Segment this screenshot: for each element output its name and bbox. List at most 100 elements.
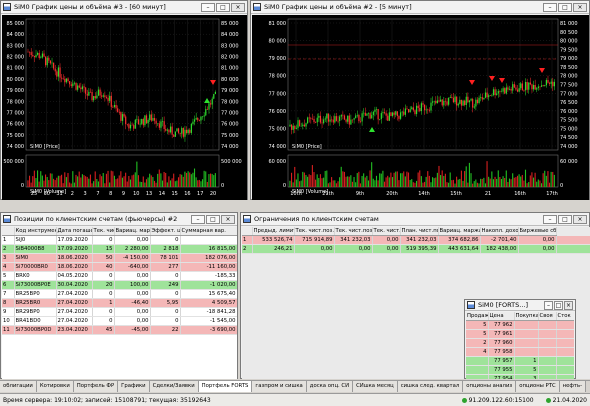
column-header[interactable]: Предыд. лимит откр. (252, 227, 295, 236)
column-header[interactable]: Тек. чист.поз. (294, 227, 335, 236)
orderbook-titlebar[interactable]: SiM0 [FORTS...] – □ × (465, 300, 575, 311)
column-header[interactable]: Вариац. маржа (114, 227, 151, 236)
y-tick-label: 76 000 (269, 109, 287, 115)
table-row[interactable]: 1 SiJ0 17.09.2020 0 0,00 0 (2, 235, 237, 245)
positions-table[interactable]: Код инструментаДата погашенияТек. чистВа… (2, 227, 237, 379)
maximize-button[interactable]: □ (554, 300, 563, 310)
volume-bar (109, 182, 111, 187)
minimize-button[interactable]: – (201, 2, 215, 12)
maximize-button[interactable]: □ (558, 2, 572, 12)
column-header[interactable]: Эффект. цена (150, 227, 181, 236)
tab-графики[interactable]: Графики (118, 381, 150, 392)
column-header[interactable]: Тек. чист (92, 227, 115, 236)
minimize-button[interactable]: – (544, 300, 553, 310)
column-header[interactable]: Накопл. доход (480, 227, 519, 236)
positions-window[interactable]: Позиции по клиентским счетам (фьючерсы) … (0, 212, 238, 379)
close-button[interactable]: × (573, 214, 587, 224)
chart1-canvas[interactable]: 85 000 84 000 83 000 82 000 81 000 80 000 79 0… (2, 15, 247, 200)
volume-bar (536, 181, 538, 187)
limits-titlebar[interactable]: Ограничения по клиентским счетам – □ × (241, 213, 589, 226)
maximize-button[interactable]: □ (216, 2, 230, 12)
orderbook-level[interactable]: 5 77 962 (466, 320, 574, 330)
column-header[interactable]: Покупка (514, 312, 539, 321)
tab-опционы-анализ[interactable]: опционы анализ (463, 381, 517, 392)
column-header[interactable]: Дата погашения (56, 227, 93, 236)
volume-bar (160, 173, 162, 187)
column-header[interactable]: Вариац. маржа (438, 227, 481, 236)
table-row[interactable]: 6 Si73000BP0E 30.04.2020 20 100,00 249 -1 020,… (2, 280, 237, 290)
tab-котировки[interactable]: Котировки (36, 381, 74, 392)
column-header[interactable]: План. чист.поз. (400, 227, 439, 236)
tab-сишка-месяц[interactable]: СИшка месяц (353, 381, 398, 392)
orderbook-level[interactable]: 77 957 1 (466, 356, 574, 366)
tab-портфель-фр[interactable]: Портфель ФР (73, 381, 119, 392)
volume-bar (335, 183, 337, 187)
column-header[interactable] (2, 227, 15, 236)
volume-bar (377, 180, 379, 187)
volume-bar (366, 175, 368, 187)
close-button[interactable]: × (231, 2, 245, 12)
table-row[interactable]: 5 BRK0 04.05.2020 0 0,00 0 -185,33 (2, 271, 237, 281)
table-row[interactable]: 8 BR25BR0 27.04.2020 1 -46,40 5,95 4 509,57 (2, 298, 237, 308)
column-header[interactable]: Код инструмента (14, 227, 57, 236)
volume-bar (529, 175, 531, 187)
positions-titlebar[interactable]: Позиции по клиентским счетам (фьючерсы) … (1, 213, 237, 226)
tab-газпром-и-сишка[interactable]: газпром и сишка (252, 381, 307, 392)
table-row[interactable]: 10 BR41BD0 27.04.2020 0 0,00 0 -1 545,00 (2, 316, 237, 326)
tab-облигации[interactable]: облигации (0, 381, 37, 392)
y-tick-label-right: 80 000 (560, 39, 578, 45)
volume-bar (128, 175, 130, 187)
table-row[interactable]: 9 BR29BP0 27.04.2020 0 0,00 0 -18 841,28 (2, 307, 237, 317)
tab-доска-опц.-си[interactable]: доска опц. СИ (306, 381, 354, 392)
table-row[interactable]: 7 BR25BP0 27.04.2020 0 0,00 0 15 675,40 (2, 289, 237, 299)
column-header[interactable]: Продажа (466, 312, 489, 321)
maximize-button[interactable]: □ (558, 214, 572, 224)
close-button[interactable]: × (573, 2, 587, 12)
orderbook-level[interactable]: 77 954 3 (466, 374, 574, 379)
orderbook-level[interactable]: 2 77 960 (466, 338, 574, 348)
column-header[interactable]: Биржевые сборы (518, 227, 557, 236)
tab-сделки/заявки[interactable]: Сделки/Заявки (149, 381, 199, 392)
minimize-button[interactable]: – (191, 214, 205, 224)
orderbook-table[interactable]: ПродажаЦенаПокупкаСвояСток 577 962577 96… (466, 312, 574, 379)
candle-body (152, 117, 154, 121)
table-row[interactable]: 2 246,21 0,00 0,00 0,00 519 395,39 443 631,64 1… (242, 244, 590, 254)
chart2-titlebar[interactable]: SiM0 График цены и объёма #2 - [5 минут]… (251, 1, 589, 14)
orderbook-level[interactable]: 4 77 958 (466, 347, 574, 357)
tab-опционы-ртс[interactable]: опционы РТС (516, 381, 560, 392)
table-row[interactable]: 1 533 526,74 715 914,89 341 232,03 0,00 341 2… (242, 235, 590, 245)
orderbook-level[interactable]: 5 77 961 (466, 329, 574, 339)
chart-window-60min[interactable]: SiM0 График цены и объёма #3 - [60 минут… (0, 0, 248, 200)
column-header[interactable]: Тек. чист.поз. (к прод.) (372, 227, 401, 236)
close-button[interactable]: × (221, 214, 235, 224)
chart1-titlebar[interactable]: SiM0 График цены и объёма #3 - [60 минут… (1, 1, 247, 14)
table-row[interactable]: 4 Si70000BR0 18.06.2020 40 -640,00 277 -11 160… (2, 262, 237, 272)
maximize-button[interactable]: □ (206, 214, 220, 224)
minimize-button[interactable]: – (543, 2, 557, 12)
orderbook-window[interactable]: SiM0 [FORTS...] – □ × ПродажаЦенаПокупка… (464, 299, 576, 379)
candle-body (315, 122, 317, 123)
orderbook-level[interactable]: 77 955 5 (466, 365, 574, 375)
volume-bar (440, 175, 442, 187)
column-header[interactable]: Своя (538, 312, 557, 321)
stop-qty (556, 338, 574, 348)
table-row[interactable]: 2 SiB4000B8 17.09.2020 15 2 280,00 2 818 16 81… (2, 244, 237, 254)
column-header[interactable]: Суммарная вар. (180, 227, 237, 236)
volume-bar (321, 178, 323, 187)
status-bar: Время сервера: 19:10:02; записей: 151087… (0, 393, 590, 406)
minimize-button[interactable]: – (543, 214, 557, 224)
tab-портфель-forts[interactable]: Портфель FORTS (198, 381, 253, 392)
table-row[interactable]: 11 Si73000BP0D 23.04.2020 45 -45,00 22 -3 690,… (2, 325, 237, 335)
volume-bar (391, 177, 394, 187)
tab-сишка-след.-квартал[interactable]: сишка след. квартал (397, 381, 464, 392)
chart-window-5min[interactable]: SiM0 График цены и объёма #2 - [5 минут]… (250, 0, 590, 200)
close-button[interactable]: × (564, 300, 573, 310)
column-header[interactable] (242, 227, 253, 236)
table-row[interactable]: 3 SiM0 18.06.2020 50 -4 150,00 78 101 182 076,… (2, 253, 237, 263)
column-header[interactable]: Тек. чист.поз. (нет. откл.) (334, 227, 373, 236)
candle-body (367, 113, 370, 114)
column-header[interactable]: Цена (488, 312, 515, 321)
column-header[interactable]: Сток (556, 312, 574, 321)
chart2-canvas[interactable]: 81 000 80 000 79 000 78 000 77 000 76 000 75 0… (252, 15, 589, 200)
tab-нефть-[interactable]: нефть- (559, 381, 587, 392)
